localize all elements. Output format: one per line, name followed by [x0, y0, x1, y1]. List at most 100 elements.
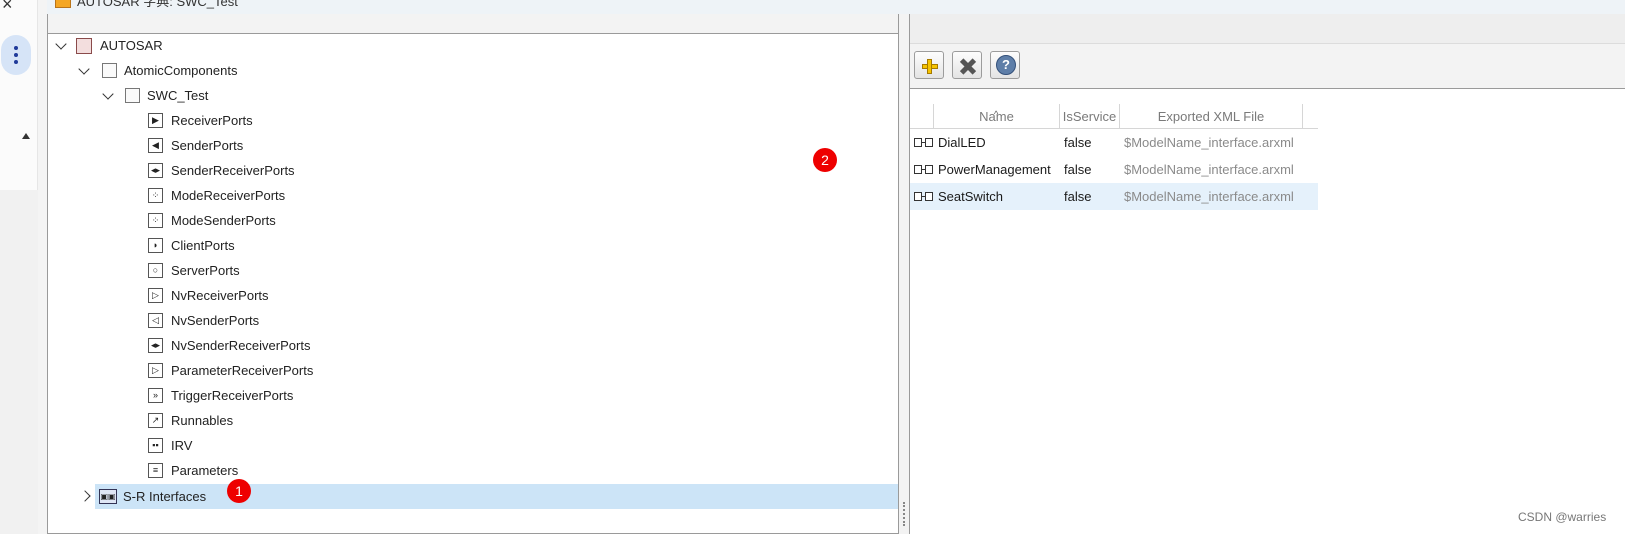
parameter-receiver-port-icon: ▷ [148, 363, 163, 378]
tree-label: S-R Interfaces [123, 489, 207, 504]
app-icon [55, 0, 71, 8]
server-port-icon: ○ [148, 263, 163, 278]
tree-pane: AUTOSAR AtomicComponents SWC_Test ▶ Recei… [47, 14, 899, 534]
chevron-right-icon[interactable] [79, 490, 91, 502]
toolbar: ? [910, 44, 1625, 89]
sort-ascending-icon: ^ [994, 109, 999, 119]
tree-item[interactable]: ↗ Runnables [48, 408, 898, 433]
tree-item[interactable]: ≡ Parameters [48, 458, 898, 483]
tree-label: AUTOSAR [100, 38, 163, 53]
cell-exported-file: $ModelName_interface.arxml [1124, 135, 1294, 150]
pane-splitter[interactable] [899, 14, 909, 534]
nv-receiver-port-icon: ▷ [148, 288, 163, 303]
row-header-column [910, 104, 934, 129]
tree-item-label: ParameterReceiverPorts [171, 363, 314, 378]
watermark: CSDN @warries [1518, 510, 1607, 524]
add-button[interactable] [914, 51, 944, 79]
tree-item[interactable]: ◁ NvSenderPorts [48, 308, 898, 333]
more-options-button[interactable] [1, 35, 31, 75]
tree-item-label: NvSenderPorts [171, 313, 260, 328]
tree-node-swc-test[interactable]: SWC_Test [48, 83, 898, 108]
interface-icon [914, 138, 934, 147]
runnables-icon: ↗ [148, 413, 163, 428]
sender-receiver-port-icon: ◂▸ [148, 163, 163, 178]
table-row[interactable]: DialLED false $ModelName_interface.arxml [910, 129, 1318, 156]
trigger-receiver-port-icon: » [148, 388, 163, 403]
tree-item-label: ModeReceiverPorts [171, 188, 286, 203]
interface-icon [914, 165, 934, 174]
mode-receiver-port-icon: ⁘ [148, 188, 163, 203]
tree-item[interactable]: » TriggerReceiverPorts [48, 383, 898, 408]
tree-item-label: ReceiverPorts [171, 113, 253, 128]
tree-item-label: ClientPorts [171, 238, 235, 253]
splitter-grip[interactable] [903, 502, 905, 526]
annotation-badge-1: 1 [227, 479, 251, 503]
column-header-name[interactable]: ^ Name [934, 104, 1060, 129]
tree-item[interactable]: ⁘ ModeReceiverPorts [48, 183, 898, 208]
tree-item-label: ModeSenderPorts [171, 213, 276, 228]
tree-item[interactable]: ▷ NvReceiverPorts [48, 283, 898, 308]
interfaces-icon: ▣▣ [99, 489, 117, 504]
tree-node-autosar[interactable]: AUTOSAR [48, 33, 898, 58]
column-header-label: Exported XML File [1157, 109, 1265, 124]
tree-item[interactable]: ◀ SenderPorts [48, 133, 898, 158]
tree-item-label: SenderReceiverPorts [171, 163, 295, 178]
column-header-exported-file[interactable]: Exported XML File [1120, 104, 1303, 129]
close-icon[interactable]: × [2, 0, 13, 15]
sender-port-icon: ◀ [148, 138, 163, 153]
tree-item-label: TriggerReceiverPorts [171, 388, 294, 403]
chevron-down-icon[interactable] [102, 88, 114, 100]
nv-sender-receiver-port-icon: ◂▸ [148, 338, 163, 353]
nv-sender-port-icon: ◁ [148, 313, 163, 328]
tree-item-label: IRV [171, 438, 193, 453]
delete-button[interactable] [952, 51, 982, 79]
properties-pane: ? ^ Name IsService Exported XML File Dia… [909, 14, 1625, 534]
client-port-icon: ◗ [148, 238, 163, 253]
scroll-up-arrow[interactable] [22, 133, 30, 139]
irv-icon: ▪▪ [148, 438, 163, 453]
interface-icon [914, 192, 934, 201]
window-title-bar: AUTOSAR 字典: SWC_Test [47, 0, 1625, 14]
tree-item[interactable]: ▶ ReceiverPorts [48, 108, 898, 133]
annotation-badge-2: 2 [813, 148, 837, 172]
tree-item[interactable]: ▪▪ IRV [48, 433, 898, 458]
tree-item-label: Runnables [171, 413, 234, 428]
column-header-isservice[interactable]: IsService [1060, 104, 1120, 129]
tree-item[interactable]: ◂▸ NvSenderReceiverPorts [48, 333, 898, 358]
receiver-port-icon: ▶ [148, 113, 163, 128]
side-lane [0, 0, 38, 534]
tree-label: SWC_Test [147, 88, 209, 103]
tree-node-sr-interfaces[interactable]: ▣▣ S-R Interfaces [79, 484, 898, 509]
background-app-strip: × [0, 0, 47, 534]
cell-isservice: false [1064, 189, 1092, 204]
table-row-selected[interactable]: SeatSwitch false $ModelName_interface.ar… [910, 183, 1318, 210]
column-header-label: IsService [1062, 109, 1117, 124]
cell-isservice: false [1064, 135, 1092, 150]
tree-item[interactable]: ◂▸ SenderReceiverPorts [48, 158, 898, 183]
cell-name: DialLED [938, 135, 986, 150]
mode-sender-port-icon: ⁘ [148, 213, 163, 228]
side-panel [0, 0, 38, 190]
tree-item[interactable]: ○ ServerPorts [48, 258, 898, 283]
tree-item[interactable]: ◗ ClientPorts [48, 233, 898, 258]
table-header: ^ Name IsService Exported XML File [910, 104, 1318, 129]
cell-exported-file: $ModelName_interface.arxml [1124, 189, 1294, 204]
cell-exported-file: $ModelName_interface.arxml [1124, 162, 1294, 177]
tree-item-label: Parameters [171, 463, 239, 478]
right-pane-header [910, 14, 1625, 44]
folder-icon [102, 63, 117, 78]
window-title: AUTOSAR 字典: SWC_Test [77, 0, 238, 9]
cell-name: PowerManagement [938, 162, 1051, 177]
interfaces-table: ^ Name IsService Exported XML File DialL… [910, 104, 1318, 210]
tree-item[interactable]: ▷ ParameterReceiverPorts [48, 358, 898, 383]
tree-node-atomic-components[interactable]: AtomicComponents [48, 58, 898, 83]
parameters-icon: ≡ [148, 463, 163, 478]
chevron-down-icon[interactable] [55, 38, 67, 50]
table-row[interactable]: PowerManagement false $ModelName_interfa… [910, 156, 1318, 183]
tree-item-label: SenderPorts [171, 138, 244, 153]
chevron-down-icon[interactable] [78, 63, 90, 75]
tree-item[interactable]: ⁘ ModeSenderPorts [48, 208, 898, 233]
tree-item-label: ServerPorts [171, 263, 240, 278]
help-button[interactable]: ? [990, 51, 1020, 79]
cell-isservice: false [1064, 162, 1092, 177]
